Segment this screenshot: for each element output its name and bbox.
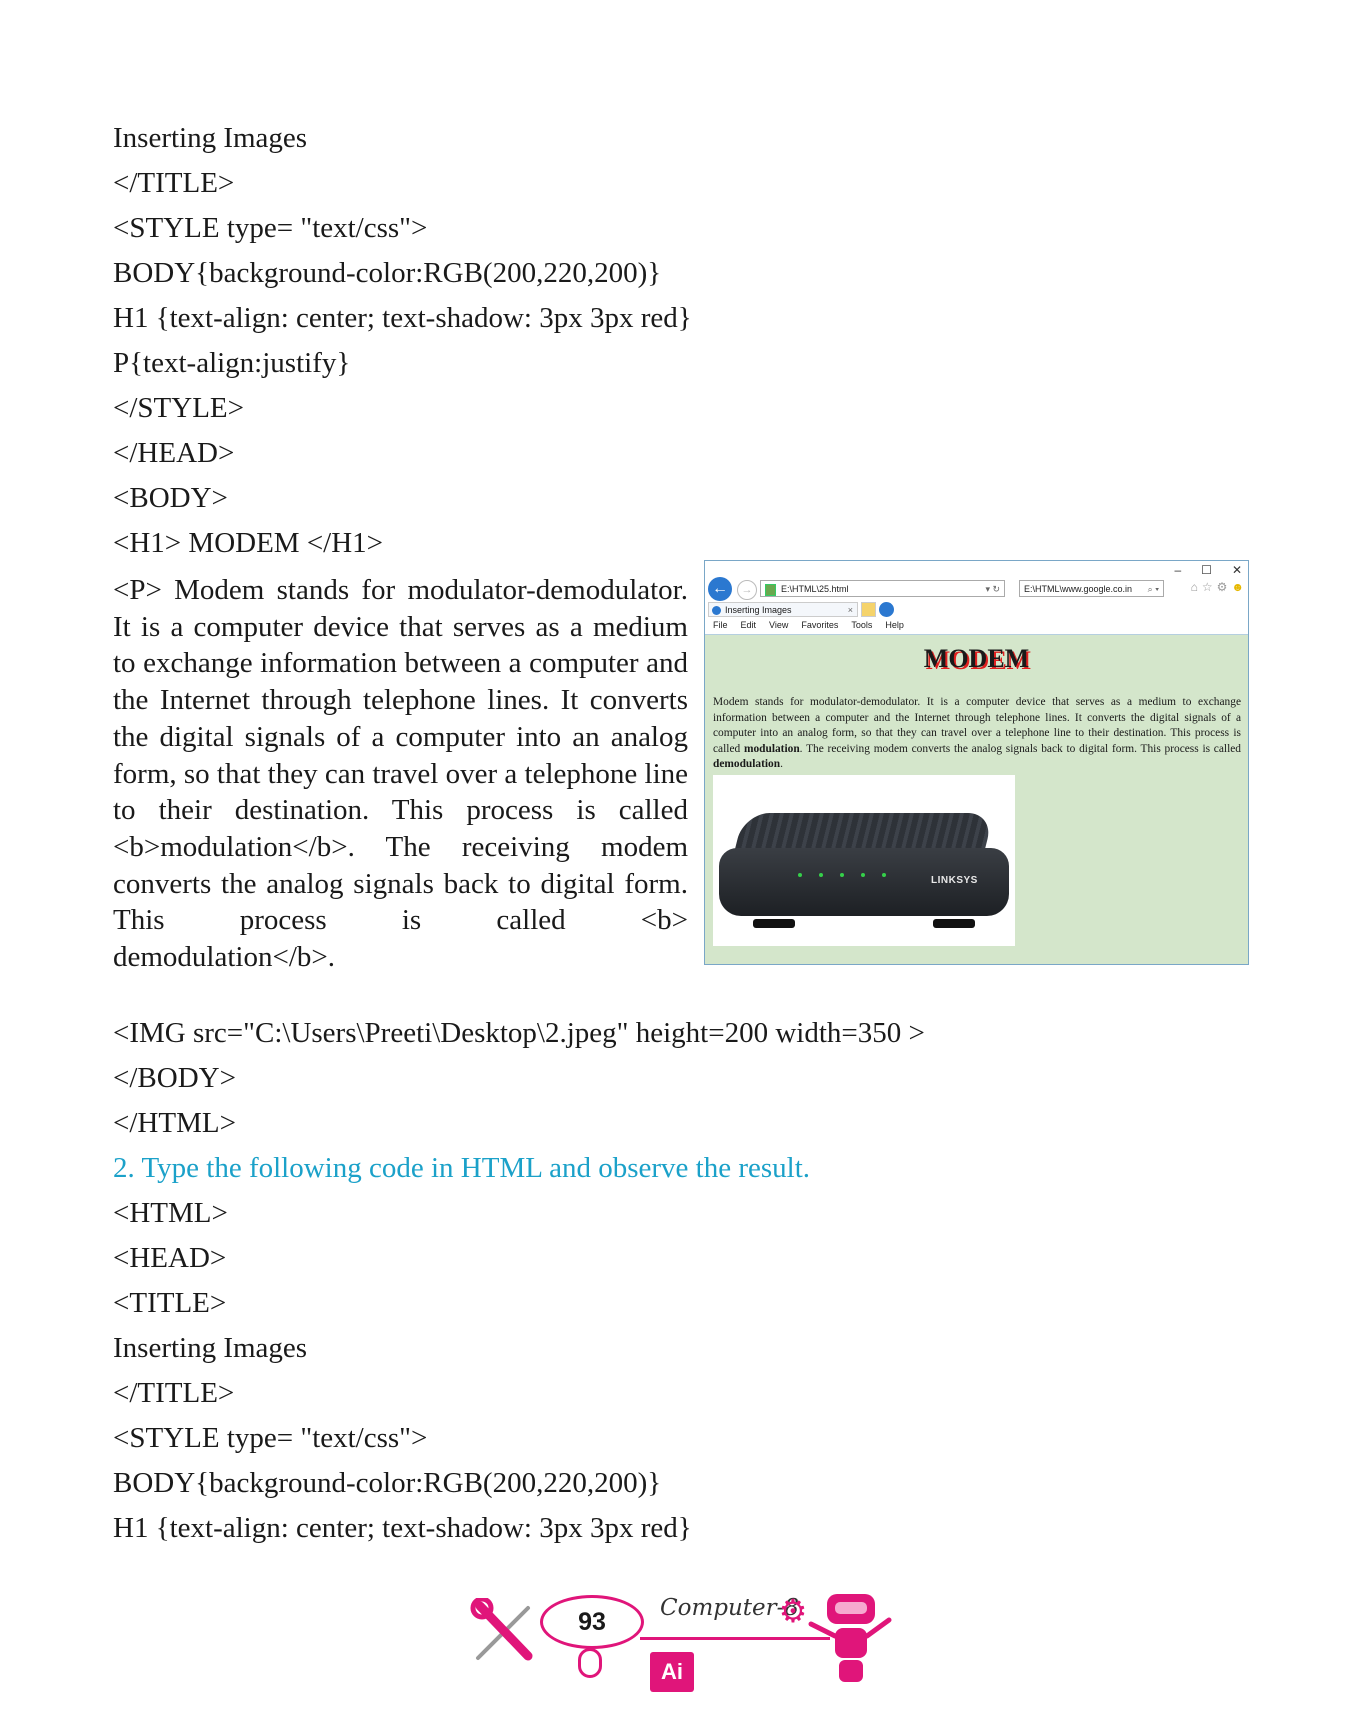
modem-foot [933, 919, 975, 928]
refresh-icon[interactable]: ▾ ↻ [985, 581, 1000, 598]
code-line: <STYLE type= "text/css"> [113, 212, 428, 244]
code-line: H1 {text-align: center; text-shadow: 3px… [113, 1512, 692, 1544]
forward-arrow-icon[interactable]: → [737, 580, 757, 600]
code-line: H1 {text-align: center; text-shadow: 3px… [113, 302, 692, 334]
back-arrow-icon[interactable]: ← [708, 577, 732, 601]
page-paragraph-end: . [780, 758, 783, 771]
page-icon [765, 584, 776, 596]
ai-badge: Ai [650, 1652, 694, 1692]
code-line: </HEAD> [113, 437, 235, 469]
tab-inserting-images[interactable]: Inserting Images × [708, 602, 858, 617]
code-line: <IMG src="C:\Users\Preeti\Desktop\2.jpeg… [113, 1017, 925, 1049]
code-line: BODY{background-color:RGB(200,220,200)} [113, 1467, 662, 1499]
code-line: BODY{background-color:RGB(200,220,200)} [113, 257, 662, 289]
gear-icon: ⚙ [778, 1593, 808, 1629]
close-icon[interactable]: ✕ [1232, 563, 1242, 577]
code-line: <STYLE type= "text/css"> [113, 1422, 428, 1454]
menu-help[interactable]: Help [885, 620, 904, 630]
address-bar[interactable]: E:\HTML\25.html ▾ ↻ [760, 580, 1005, 597]
tools-icon [470, 1598, 533, 1661]
maximize-icon[interactable]: ☐ [1201, 563, 1212, 577]
browser-screenshot: – ☐ ✕ ← → E:\HTML\25.html ▾ ↻ E:\HTML\ww… [704, 560, 1249, 965]
modem-leds [798, 873, 886, 877]
toolbar-icons: ⌂ ☆ ⚙ ☻ [1191, 580, 1244, 594]
ie-icon [712, 606, 721, 615]
search-box[interactable]: E:\HTML\www.google.co.in ⌕ ▾ [1019, 580, 1164, 597]
search-text: E:\HTML\www.google.co.in [1024, 584, 1133, 594]
modem-image: LINKSYS [713, 775, 1015, 946]
home-icon[interactable]: ⌂ [1191, 580, 1198, 594]
tab-close-icon[interactable]: × [848, 603, 853, 618]
code-line: <BODY> [113, 482, 228, 514]
menu-favorites[interactable]: Favorites [801, 620, 838, 630]
page-footer: 93 Computer-8 ⚙ Ai [0, 1590, 1350, 1700]
footer-line [640, 1637, 830, 1640]
gear-icon[interactable]: ⚙ [1217, 580, 1228, 594]
new-tab-icon[interactable] [861, 602, 876, 617]
browser-content: MODEM Modem stands for modulator-demodul… [705, 634, 1248, 964]
mouse-icon [578, 1648, 602, 1678]
code-paragraph-text: <P> Modem stands for modulator-demodulat… [113, 574, 688, 937]
menu-file[interactable]: File [713, 620, 728, 630]
robot-icon [808, 1594, 892, 1682]
window-controls: – ☐ ✕ [1174, 563, 1242, 577]
code-line: <H1> MODEM </H1> [113, 527, 384, 559]
ie-logo-icon[interactable] [879, 602, 894, 617]
code-line: </TITLE> [113, 1377, 235, 1409]
code-line: </TITLE> [113, 167, 235, 199]
code-line: </HTML> [113, 1107, 236, 1139]
page-paragraph: Modem stands for modulator-demodulator. … [713, 695, 1241, 773]
code-line: Inserting Images [113, 122, 308, 154]
address-text: E:\HTML\25.html [781, 584, 849, 594]
exercise-heading: 2. Type the following code in HTML and o… [113, 1152, 811, 1184]
code-line: </STYLE> [113, 392, 244, 424]
minimize-icon[interactable]: – [1174, 563, 1181, 577]
search-icon[interactable]: ⌕ ▾ [1148, 581, 1159, 598]
code-line: P{text-align:justify} [113, 347, 351, 379]
modem-brand: LINKSYS [931, 875, 978, 886]
code-paragraph: <P> Modem stands for modulator-demodulat… [113, 572, 688, 976]
menu-tools[interactable]: Tools [851, 620, 872, 630]
modem-foot [753, 919, 795, 928]
smiley-icon[interactable]: ☻ [1231, 580, 1244, 594]
menu-edit[interactable]: Edit [741, 620, 757, 630]
modem-top [734, 813, 994, 853]
page-paragraph-mid: . The receiving modem converts the analo… [799, 742, 1241, 755]
page-heading: MODEM [923, 644, 1030, 673]
menu-view[interactable]: View [769, 620, 788, 630]
code-line: Inserting Images [113, 1332, 308, 1364]
star-icon[interactable]: ☆ [1202, 580, 1213, 594]
tab-title: Inserting Images [725, 605, 792, 615]
menu-bar: File Edit View Favorites Tools Help [713, 620, 904, 630]
address-row: ← → E:\HTML\25.html ▾ ↻ E:\HTML\www.goog… [705, 577, 1248, 601]
page-bold-demodulation: demodulation [713, 758, 781, 771]
code-line: <TITLE> [113, 1287, 227, 1319]
code-paragraph-end: demodulation</b>. [113, 941, 335, 974]
page-bold-modulation: modulation [743, 742, 800, 755]
page-number: 93 [540, 1595, 644, 1649]
code-line: </BODY> [113, 1062, 236, 1094]
code-line: <HEAD> [113, 1242, 227, 1274]
code-line: <HTML> [113, 1197, 228, 1229]
